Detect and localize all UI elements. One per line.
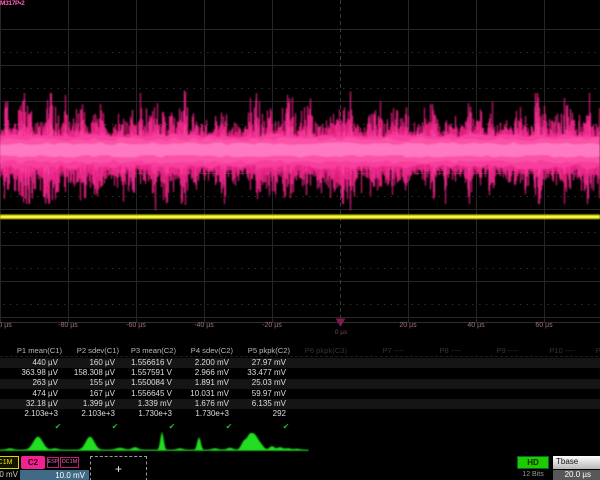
svg-text:0 µs: 0 µs	[335, 329, 348, 336]
